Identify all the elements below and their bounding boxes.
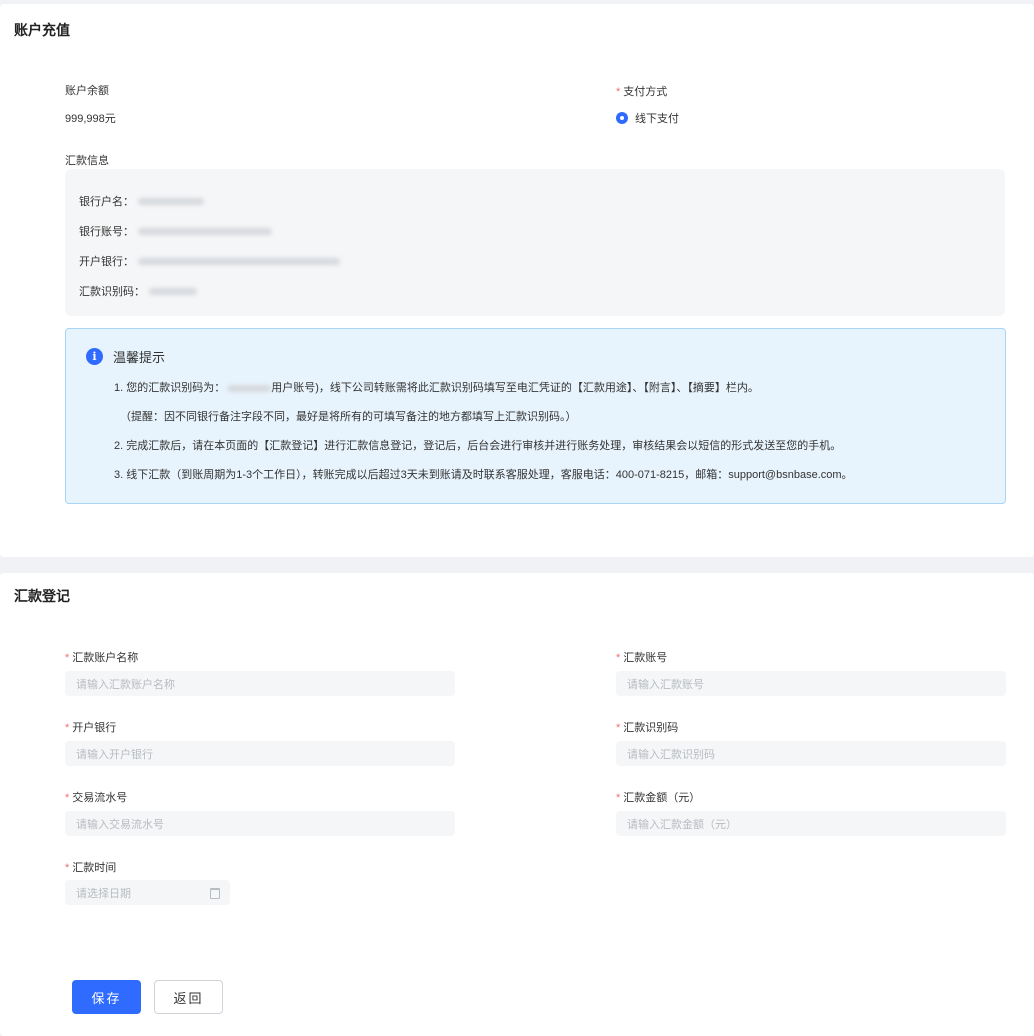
bank-name-row: 开户银行： <box>79 253 340 269</box>
radio-checked-icon <box>616 112 628 124</box>
amount-input[interactable]: 请输入汇款金额（元） <box>616 811 1006 836</box>
account-name-label: * 汇款账户名称 <box>65 652 139 664</box>
account-no-input[interactable]: 请输入汇款账号 <box>616 671 1006 696</box>
serial-label: * 交易流水号 <box>65 792 128 804</box>
recharge-title: 账户充值 <box>14 22 70 38</box>
bank-info-box: 银行户名： 银行账号： 开户银行： 汇款识别码： <box>65 169 1005 316</box>
redacted-value <box>138 227 272 235</box>
redacted-value <box>138 197 204 205</box>
bank-account-no-row: 银行账号： <box>79 223 272 239</box>
serial-input[interactable]: 请输入交易流水号 <box>65 811 455 836</box>
register-card: 汇款登记 <box>0 573 1034 1036</box>
account-no-label: * 汇款账号 <box>616 652 668 664</box>
bank-label: * 开户银行 <box>65 722 117 734</box>
datepicker-placeholder: 请选择日期 <box>76 887 131 900</box>
remit-time-datepicker[interactable]: 请选择日期 <box>65 880 230 905</box>
back-button[interactable]: 返回 <box>154 980 223 1014</box>
redacted-value <box>149 287 197 295</box>
balance-value: 999,998元 <box>65 113 116 125</box>
remit-time-label: * 汇款时间 <box>65 862 117 874</box>
tip-line-2: （提醒：因不同银行备注字段不同，最好是将所有的可填写备注的地方都填写上汇款识别码… <box>120 411 577 423</box>
info-icon: i <box>86 348 103 365</box>
tip-line-3: 2. 完成汇款后，请在本页面的【汇款登记】进行汇款信息登记，登记后，后台会进行审… <box>114 440 842 452</box>
remit-code-input[interactable]: 请输入汇款识别码 <box>616 741 1006 766</box>
remit-code-label: * 汇款识别码 <box>616 722 679 734</box>
remit-info-label: 汇款信息 <box>65 155 109 167</box>
payment-radio-offline[interactable]: 线下支付 <box>616 110 679 126</box>
save-button[interactable]: 保存 <box>72 980 141 1014</box>
bank-code-row: 汇款识别码： <box>79 283 197 299</box>
tip-line-1: 1. 您的汇款识别码为： 用户账号)，线下公司转账需将此汇款识别码填写至电汇凭证的… <box>114 382 759 394</box>
register-title: 汇款登记 <box>14 588 70 604</box>
payment-option-label: 线下支付 <box>635 113 679 125</box>
balance-label: 账户余额 <box>65 85 109 97</box>
required-mark: * <box>616 86 621 98</box>
redacted-value <box>227 384 272 392</box>
tip-line-4: 3. 线下汇款（到账周期为1-3个工作日），转账完成以后超过3天未到账请及时联系… <box>114 469 853 481</box>
amount-label: * 汇款金额（元） <box>616 792 701 804</box>
bank-account-name-row: 银行户名： <box>79 193 204 209</box>
tips-header: i 温馨提示 <box>86 347 165 366</box>
tips-box: i 温馨提示 1. 您的汇款识别码为： 用户账号)，线下公司转账需将此汇款识别码填… <box>65 328 1006 504</box>
tips-title: 温馨提示 <box>113 350 166 365</box>
redacted-value <box>138 257 340 265</box>
payment-method-label: * 支付方式 <box>616 86 668 98</box>
bank-input[interactable]: 请输入开户银行 <box>65 741 455 766</box>
account-name-input[interactable]: 请输入汇款账户名称 <box>65 671 455 696</box>
calendar-icon <box>210 888 220 899</box>
